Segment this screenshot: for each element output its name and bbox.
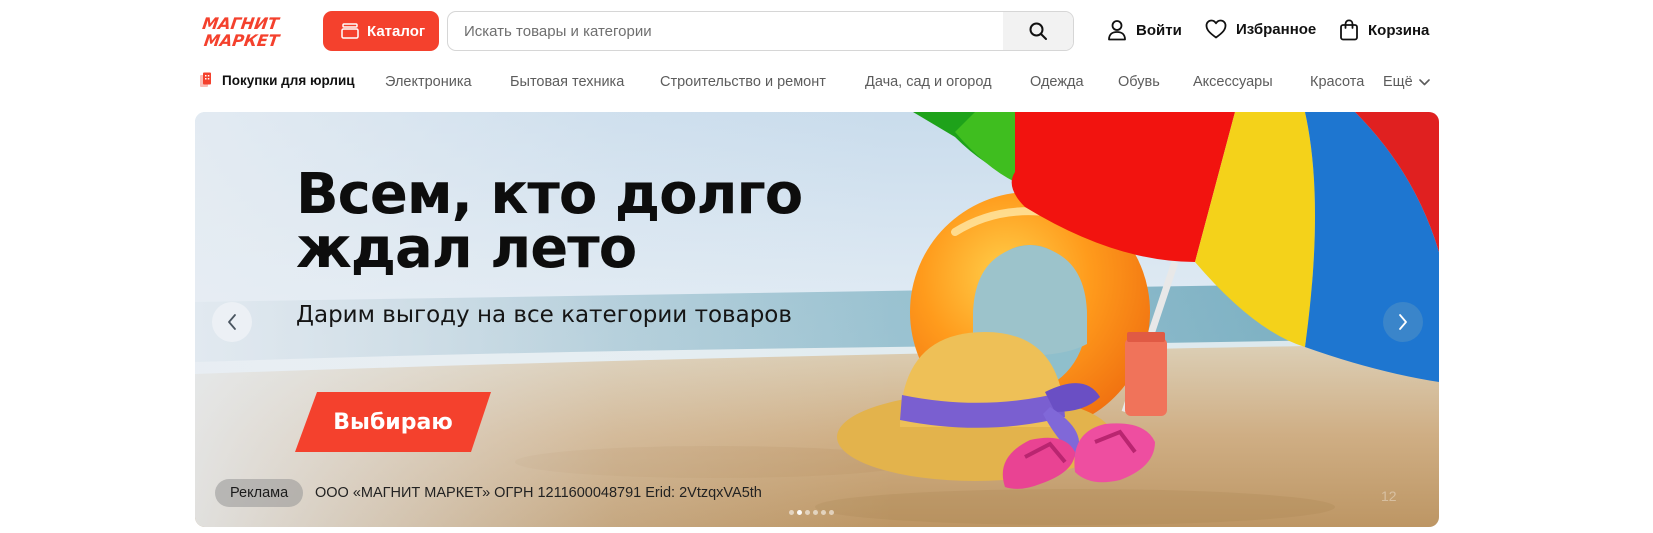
slide-dot[interactable] [813,510,818,515]
banner-prev-button[interactable] [212,302,252,342]
nav-item-electronics[interactable]: Электроника [385,74,472,90]
search-icon [1029,22,1047,40]
nav-item-garden[interactable]: Дача, сад и огород [865,74,992,90]
cart-label: Корзина [1368,21,1430,39]
heart-icon [1205,19,1227,39]
slide-dot[interactable] [829,510,834,515]
favorites-label: Избранное [1236,20,1317,38]
chevron-right-icon [1399,314,1407,330]
nav-item-clothing[interactable]: Одежда [1030,74,1084,90]
ad-badge-label: Реклама [230,485,289,501]
cart-button[interactable]: Корзина [1339,19,1429,41]
nav-item-construction[interactable]: Строительство и ремонт [660,74,826,90]
shopping-bag-icon [1340,19,1358,41]
search-button[interactable] [1003,12,1073,50]
nav-item-beauty[interactable]: Красота [1310,74,1364,90]
nav-b2b-label: Покупки для юрлиц [222,72,355,88]
chevron-left-icon [228,314,236,330]
slide-dot[interactable] [789,510,794,515]
catalog-button[interactable]: Каталог [323,11,439,51]
user-icon [1108,20,1126,41]
search-bar [447,11,1074,51]
banner-headline: Всем, кто долго ждал лето [296,167,856,277]
banner-next-button[interactable] [1383,302,1423,342]
ad-legal-text: ООО «МАГНИТ МАРКЕТ» ОГРН 1211600048791 E… [315,485,762,501]
search-input[interactable] [448,12,1003,50]
headline-line2: ждал лето [296,216,637,281]
chevron-down-icon [1418,78,1430,85]
nav-more-button[interactable]: Ещё [1383,74,1430,90]
logo-line2: МАРКЕТ [203,31,283,49]
catalog-icon [341,23,359,39]
cta-button[interactable]: Выбираю [295,392,491,452]
favorites-button[interactable]: Избранное [1205,19,1316,39]
slide-indicator [789,510,834,515]
nav-item-accessories[interactable]: Аксессуары [1193,74,1273,90]
slide-dot[interactable] [797,510,802,515]
login-button[interactable]: Войти [1107,19,1182,41]
cta-label: Выбираю [333,409,453,435]
promo-banner[interactable]: Всем, кто долго ждал лето Дарим выгоду н… [195,112,1439,527]
login-label: Войти [1136,21,1182,39]
nav-more-label: Ещё [1383,74,1413,90]
ad-badge[interactable]: Реклама [215,479,304,507]
slide-counter: 12 [1381,488,1397,504]
banner-subline: Дарим выгоду на все категории товаров [296,302,792,328]
nav-item-appliances[interactable]: Бытовая техника [510,74,624,90]
slide-dot[interactable] [821,510,826,515]
nav-b2b-link[interactable]: Покупки для юрлиц [198,72,355,88]
nav-item-shoes[interactable]: Обувь [1118,74,1160,90]
slide-dot[interactable] [805,510,810,515]
catalog-label: Каталог [367,22,426,40]
magnit-market-logo[interactable]: МАГНИТ МАРКЕТ [202,13,302,49]
business-icon [200,72,211,87]
